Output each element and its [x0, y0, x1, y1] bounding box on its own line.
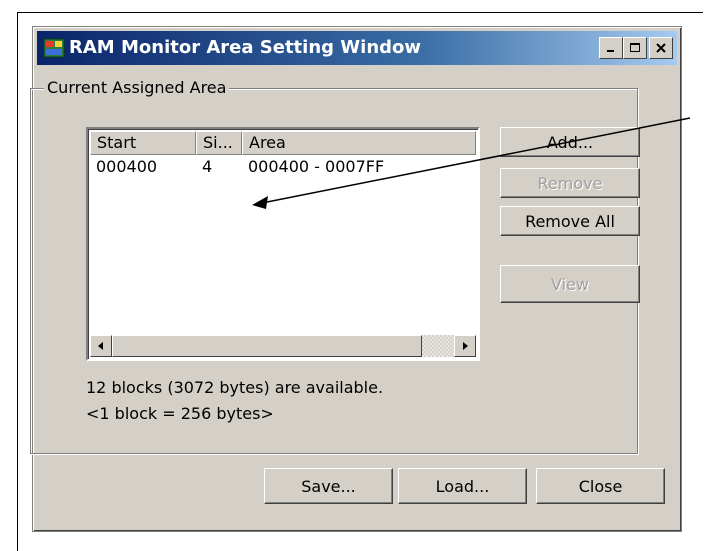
cell-start: 000400 — [96, 157, 158, 176]
view-button[interactable]: View — [500, 265, 640, 303]
scroll-thumb[interactable] — [112, 335, 422, 357]
close-button[interactable]: Close — [536, 468, 665, 504]
add-button[interactable]: Add... — [500, 127, 640, 157]
arrow-left-icon — [98, 342, 103, 350]
horizontal-scrollbar[interactable] — [90, 335, 476, 357]
list-header: Start Si... Area — [90, 131, 476, 155]
assigned-area-list[interactable]: Start Si... Area 000400 4 000400 - 0007F… — [86, 127, 480, 361]
save-button[interactable]: Save... — [264, 468, 393, 504]
maximize-button[interactable] — [623, 37, 647, 59]
minimize-button[interactable] — [599, 37, 623, 59]
load-button[interactable]: Load... — [398, 468, 527, 504]
remove-all-button[interactable]: Remove All — [500, 206, 640, 236]
remove-button[interactable]: Remove — [500, 168, 640, 198]
maximize-icon — [630, 43, 640, 52]
arrow-right-icon — [463, 342, 468, 350]
window-title: RAM Monitor Area Setting Window — [69, 37, 422, 58]
available-blocks-text: 12 blocks (3072 bytes) are available. — [86, 378, 384, 397]
cell-size: 4 — [202, 157, 213, 176]
cell-area: 000400 - 0007FF — [248, 157, 385, 176]
group-label: Current Assigned Area — [44, 78, 230, 97]
column-header-start[interactable]: Start — [90, 131, 196, 155]
scroll-right-button[interactable] — [454, 335, 476, 357]
block-size-text: <1 block = 256 bytes> — [86, 404, 274, 423]
close-window-button[interactable] — [649, 37, 673, 59]
title-bar[interactable]: RAM Monitor Area Setting Window — [37, 31, 677, 65]
column-header-size[interactable]: Si... — [196, 131, 242, 155]
minimize-icon — [607, 50, 614, 52]
scroll-left-button[interactable] — [90, 335, 112, 357]
table-row[interactable]: 000400 4 000400 - 0007FF — [90, 157, 476, 179]
column-header-area[interactable]: Area — [242, 131, 476, 155]
app-icon — [43, 38, 65, 58]
close-icon — [656, 43, 666, 53]
